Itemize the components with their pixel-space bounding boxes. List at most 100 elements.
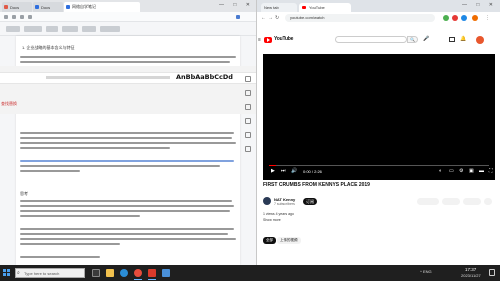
save-icon[interactable]	[12, 15, 16, 19]
doc-text-line	[20, 160, 234, 162]
windows-logo-icon	[7, 269, 10, 272]
download-button[interactable]	[463, 198, 481, 205]
share-button[interactable]	[442, 198, 460, 205]
ribbon-button[interactable]	[82, 26, 96, 32]
editor-tab-1[interactable]: Docs	[2, 2, 32, 12]
like-button[interactable]	[417, 198, 439, 205]
address-bar[interactable]: youtube.com/watch	[285, 14, 435, 22]
extension-icon[interactable]	[443, 15, 449, 21]
youtube-search-input[interactable]	[335, 36, 407, 43]
editor-tab-3[interactable]: 网络自学笔记	[64, 2, 140, 12]
table-icon[interactable]	[245, 118, 251, 124]
task-view-icon[interactable]	[92, 269, 100, 277]
volume-icon[interactable]: 🔊	[291, 168, 297, 174]
doc-text-line	[20, 233, 228, 235]
video-controls: ▶ ⏭ 🔊 0:00 / 2:26 ◐ ▭ ⚙ ▣ ▬ ⛶	[269, 168, 500, 176]
show-more-link[interactable]: Show more	[263, 218, 281, 222]
editor-side-toolbar	[243, 76, 253, 186]
editor-tab-2[interactable]: Docs	[33, 2, 63, 12]
store-icon[interactable]	[162, 269, 170, 277]
browser-tab-1-label: New tab	[264, 5, 279, 10]
comment-icon[interactable]	[245, 132, 251, 138]
microphone-icon[interactable]: 🎤	[423, 36, 429, 42]
notifications-icon[interactable]: 🔔	[460, 36, 466, 42]
system-tray[interactable]: ^ ENG	[420, 269, 432, 274]
format-icon[interactable]	[245, 90, 251, 96]
doc-text-line	[20, 56, 236, 58]
forward-icon[interactable]: →	[268, 15, 273, 21]
settings-icon[interactable]	[245, 146, 251, 152]
youtube-search-button[interactable]: 🔍	[407, 36, 418, 43]
more-actions-button[interactable]	[484, 198, 492, 205]
doc-heading: 1. 企业战略的基本含义与特征	[22, 45, 75, 50]
ribbon-button[interactable]	[24, 26, 42, 32]
doc-text-line	[20, 165, 220, 167]
doc-text-line	[20, 170, 80, 172]
style-preview-text[interactable]: AnBbAaBbCcDd	[176, 73, 248, 82]
play-icon[interactable]: ▶	[271, 168, 275, 174]
windows-logo-icon	[3, 269, 6, 272]
start-button[interactable]	[3, 269, 11, 277]
subscribe-button[interactable]: 订阅	[303, 198, 317, 205]
reload-icon[interactable]: ↻	[275, 15, 279, 21]
editor-window-controls[interactable]: — □ ✕	[219, 2, 254, 8]
doc-text-line	[20, 238, 236, 240]
chip-all[interactable]: 全部	[263, 237, 276, 244]
extension-icon[interactable]	[452, 15, 458, 21]
more-menu-icon[interactable]: ⋮	[485, 15, 490, 21]
clock-time[interactable]: 17:37	[465, 267, 476, 272]
share-icon[interactable]	[236, 15, 240, 19]
create-icon[interactable]	[449, 37, 455, 42]
taskbar-search-box[interactable]: Type here to search	[15, 268, 85, 278]
ribbon-button[interactable]	[100, 26, 120, 32]
editor-tab-1-label: Docs	[10, 4, 20, 10]
file-explorer-icon[interactable]	[106, 269, 114, 277]
browser-tab-2-label: YouTube	[309, 5, 325, 10]
windows-logo-icon	[7, 273, 10, 276]
next-icon[interactable]: ⏭	[281, 168, 286, 174]
video-progress-bar[interactable]	[269, 165, 489, 166]
redo-icon[interactable]	[28, 15, 32, 19]
doc-text-line	[20, 228, 234, 230]
back-icon[interactable]: ←	[261, 15, 266, 21]
extension-icon[interactable]	[461, 15, 467, 21]
ribbon-button[interactable]	[62, 26, 78, 32]
hamburger-menu-icon[interactable]: ≡	[258, 37, 261, 43]
document-editor-window: Docs Docs 网络自学笔记 — □ ✕ 1. 企业战略的基本含义与特征 思…	[0, 0, 256, 265]
channel-avatar[interactable]	[263, 197, 271, 205]
editor-toolbar	[0, 12, 256, 22]
chrome-icon[interactable]	[134, 269, 142, 277]
fullscreen-icon[interactable]: ⛶	[489, 168, 493, 174]
notifications-icon[interactable]	[489, 269, 495, 276]
youtube-logo-text[interactable]: YouTube	[274, 36, 293, 42]
doc-text-line	[20, 243, 120, 245]
video-title: FIRST CRUMBS FROM KENNYS PLACE 2019	[263, 182, 370, 188]
windows-logo-icon	[3, 273, 6, 276]
wps-icon[interactable]	[148, 269, 156, 277]
video-time: 0:00 / 2:26	[303, 169, 322, 174]
youtube-play-glyph	[267, 38, 270, 42]
image-icon[interactable]	[245, 104, 251, 110]
chip-uploads[interactable]: 上传的视频	[277, 237, 301, 244]
menu-icon[interactable]	[4, 15, 8, 19]
doc-section-heading: 思考	[20, 191, 28, 196]
edge-icon[interactable]	[120, 269, 128, 277]
ribbon-button[interactable]	[46, 26, 58, 32]
miniplayer-icon[interactable]: ▣	[469, 168, 474, 174]
clock-date[interactable]: 2023/11/27	[461, 273, 481, 278]
video-progress-fill	[269, 165, 276, 166]
autoplay-toggle-icon[interactable]: ◐	[439, 168, 442, 174]
find-tag-label[interactable]: 查找替换	[1, 101, 45, 108]
theater-mode-icon[interactable]: ▬	[479, 168, 484, 174]
pen-icon[interactable]	[245, 76, 251, 82]
video-player[interactable]: ▶ ⏭ 🔊 0:00 / 2:26 ◐ ▭ ⚙ ▣ ▬ ⛶	[263, 54, 495, 180]
settings-icon[interactable]: ⚙	[459, 168, 463, 174]
browser-tab-2[interactable]: YouTube	[299, 3, 351, 12]
user-avatar[interactable]	[476, 36, 484, 44]
ribbon-button[interactable]	[6, 26, 20, 32]
profile-icon[interactable]	[472, 15, 478, 21]
browser-window-controls[interactable]: — □ ✕	[462, 2, 497, 8]
browser-tab-1[interactable]: New tab	[261, 3, 297, 12]
subtitles-icon[interactable]: ▭	[449, 168, 454, 174]
undo-icon[interactable]	[20, 15, 24, 19]
